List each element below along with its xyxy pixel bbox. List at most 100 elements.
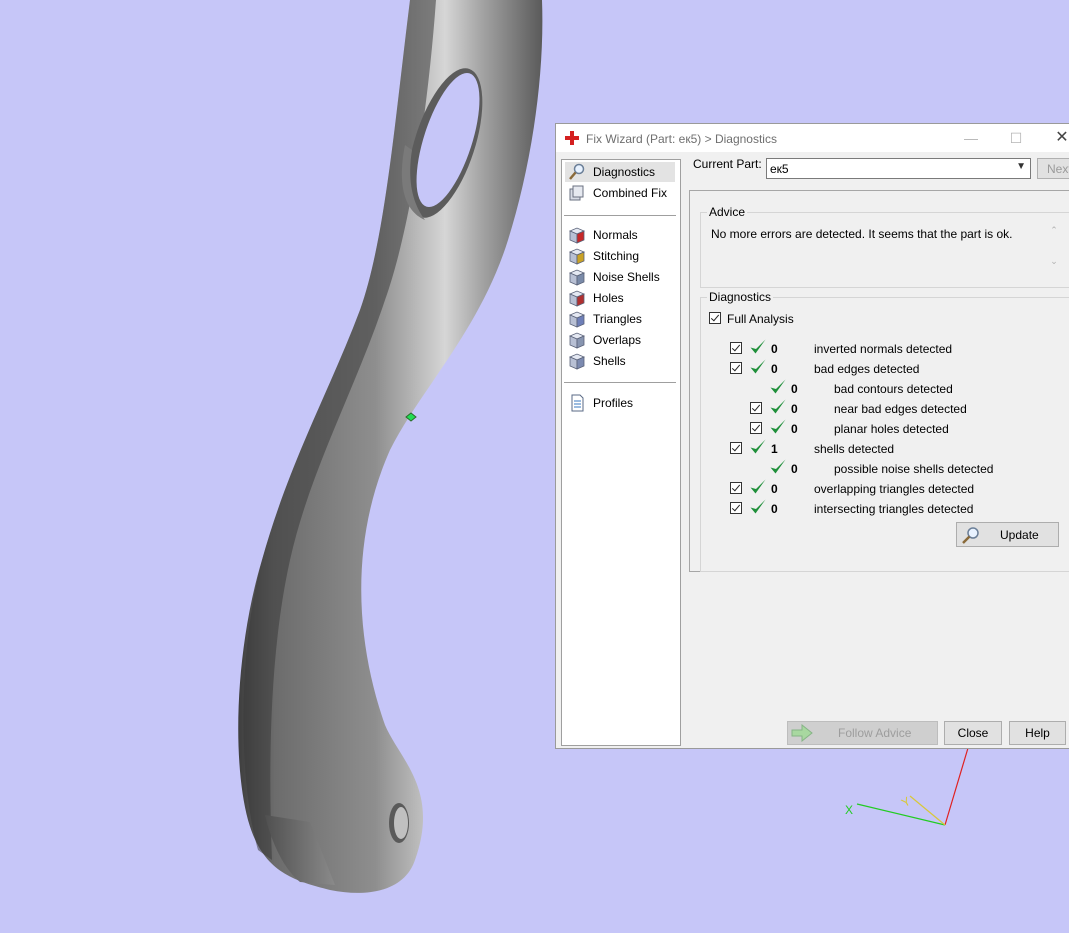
diagnostic-checkbox[interactable] bbox=[750, 402, 762, 414]
current-part-select[interactable]: ек5 ▼ bbox=[766, 158, 1031, 179]
full-analysis-checkbox[interactable] bbox=[709, 312, 721, 324]
diagnostic-count: 0 bbox=[771, 482, 778, 496]
fix-wizard-dialog: Fix Wizard (Part: ек5) > Diagnostics — ☐… bbox=[555, 123, 1069, 749]
diagnostic-label: inverted normals detected bbox=[814, 342, 953, 356]
follow-advice-button[interactable]: Follow Advice bbox=[787, 721, 938, 745]
stitching-cube-icon bbox=[568, 247, 586, 265]
scroll-up-icon[interactable]: ⌃ bbox=[1047, 225, 1061, 236]
diagnostic-label: shells detected bbox=[814, 442, 895, 456]
magnifier-icon bbox=[568, 163, 586, 181]
advice-text: No more errors are detected. It seems th… bbox=[711, 227, 1013, 241]
red-cross-app-icon bbox=[565, 131, 579, 145]
full-analysis-label: Full Analysis bbox=[727, 312, 794, 326]
overlaps-cube-icon bbox=[568, 331, 586, 349]
sidebar-item-combined-fix[interactable]: Combined Fix bbox=[565, 183, 675, 203]
scroll-down-icon[interactable]: ⌄ bbox=[1047, 256, 1061, 267]
diagnostic-count: 0 bbox=[771, 502, 778, 516]
dialog-title: Fix Wizard (Part: ек5) > Diagnostics bbox=[586, 132, 777, 146]
help-button[interactable]: Help bbox=[1009, 721, 1066, 745]
sidebar-item-stitching[interactable]: Stitching bbox=[565, 246, 675, 266]
sidebar-item-label: Triangles bbox=[593, 312, 642, 326]
diagnostic-checkbox[interactable] bbox=[730, 342, 742, 354]
diagnostic-label: overlapping triangles detected bbox=[814, 482, 975, 496]
green-checkmark-icon bbox=[749, 358, 767, 376]
current-part-value: ек5 bbox=[770, 162, 789, 176]
diagnostic-checkbox[interactable] bbox=[730, 502, 742, 514]
update-label: Update bbox=[1000, 528, 1039, 542]
current-part-label: Current Part: bbox=[693, 157, 762, 171]
diagnostics-panel: Advice No more errors are detected. It s… bbox=[689, 190, 1069, 572]
diagnostic-checkbox[interactable] bbox=[750, 422, 762, 434]
diagnostic-count: 1 bbox=[771, 442, 778, 456]
green-checkmark-icon bbox=[749, 438, 767, 456]
green-checkmark-icon bbox=[749, 338, 767, 356]
update-button[interactable]: Update bbox=[956, 522, 1059, 547]
diagnostic-label: possible noise shells detected bbox=[834, 462, 994, 476]
sidebar-item-shells[interactable]: Shells bbox=[565, 351, 675, 371]
diagnostic-label: planar holes detected bbox=[834, 422, 949, 436]
green-checkmark-icon bbox=[769, 458, 787, 476]
dialog-titlebar[interactable]: Fix Wizard (Part: ек5) > Diagnostics — ☐… bbox=[556, 124, 1069, 152]
green-checkmark-icon bbox=[769, 418, 787, 436]
diagnostics-group: Diagnostics Full Analysis 0 inverted norm… bbox=[700, 290, 1069, 572]
advice-group-title: Advice bbox=[707, 205, 748, 219]
sidebar-item-normals[interactable]: Normals bbox=[565, 225, 675, 245]
green-checkmark-icon bbox=[749, 478, 767, 496]
green-checkmark-icon bbox=[749, 498, 767, 516]
normals-cube-icon bbox=[568, 226, 586, 244]
sidebar-item-label: Overlaps bbox=[593, 333, 642, 347]
diagnostic-label: intersecting triangles detected bbox=[814, 502, 974, 516]
sidebar-item-label: Diagnostics bbox=[593, 165, 656, 179]
green-checkmark-icon bbox=[769, 398, 787, 416]
arrow-right-icon bbox=[791, 724, 813, 742]
axes-gizmo: X Y bbox=[845, 747, 969, 826]
diagnostic-count: 0 bbox=[791, 382, 798, 396]
sidebar-item-label: Combined Fix bbox=[593, 186, 668, 200]
diagnostic-count: 0 bbox=[791, 422, 798, 436]
advice-scrollbar[interactable]: ⌃ ⌄ bbox=[1047, 225, 1061, 271]
part-model[interactable] bbox=[238, 0, 543, 893]
chevron-down-icon[interactable]: ▼ bbox=[1016, 161, 1026, 172]
sidebar-item-label: Holes bbox=[593, 291, 624, 305]
magnifier-icon bbox=[962, 527, 979, 544]
shells-cube-icon bbox=[568, 352, 586, 370]
sidebar-item-diagnostics[interactable]: Diagnostics bbox=[565, 162, 675, 182]
sidebar-item-noise-shells[interactable]: Noise Shells bbox=[565, 267, 675, 287]
diagnostic-count: 0 bbox=[771, 362, 778, 376]
sidebar-item-label: Stitching bbox=[593, 249, 640, 263]
diagnostics-group-title: Diagnostics bbox=[707, 290, 774, 304]
diagnostic-count: 0 bbox=[771, 342, 778, 356]
minimize-button[interactable]: — bbox=[961, 129, 981, 147]
close-window-button[interactable]: ✕ bbox=[1052, 129, 1069, 147]
z-axis-line bbox=[944, 747, 969, 826]
diagnostic-label: near bad edges detected bbox=[834, 402, 967, 416]
diagnostic-label: bad contours detected bbox=[834, 382, 953, 396]
diagnostic-count: 0 bbox=[791, 402, 798, 416]
advice-group: Advice No more errors are detected. It s… bbox=[700, 205, 1069, 288]
combined-fix-icon bbox=[568, 184, 586, 202]
diagnostic-count: 0 bbox=[791, 462, 798, 476]
sidebar-item-profiles[interactable]: Profiles bbox=[565, 393, 675, 413]
sidebar-item-holes[interactable]: Holes bbox=[565, 288, 675, 308]
sidebar-item-label: Normals bbox=[593, 228, 638, 242]
document-icon bbox=[568, 394, 586, 412]
fix-wizard-sidebar: Diagnostics Combined Fix Normals Stitching N… bbox=[561, 159, 681, 746]
diagnostic-label: bad edges detected bbox=[814, 362, 920, 376]
next-button[interactable]: Next bbox=[1037, 158, 1069, 179]
diagnostic-checkbox[interactable] bbox=[730, 482, 742, 494]
green-checkmark-icon bbox=[769, 378, 787, 396]
x-axis-label: X bbox=[845, 803, 853, 817]
sidebar-item-label: Profiles bbox=[593, 396, 634, 410]
diagnostic-checkbox[interactable] bbox=[730, 362, 742, 374]
sidebar-item-overlaps[interactable]: Overlaps bbox=[565, 330, 675, 350]
sidebar-divider bbox=[564, 382, 676, 383]
holes-cube-icon bbox=[568, 289, 586, 307]
maximize-button[interactable]: ☐ bbox=[1006, 129, 1026, 147]
follow-advice-label: Follow Advice bbox=[838, 726, 912, 740]
triangles-cube-icon bbox=[568, 310, 586, 328]
sidebar-item-label: Noise Shells bbox=[593, 270, 660, 284]
sidebar-item-triangles[interactable]: Triangles bbox=[565, 309, 675, 329]
sidebar-divider bbox=[564, 215, 676, 216]
close-button[interactable]: Close bbox=[944, 721, 1002, 745]
diagnostic-checkbox[interactable] bbox=[730, 442, 742, 454]
